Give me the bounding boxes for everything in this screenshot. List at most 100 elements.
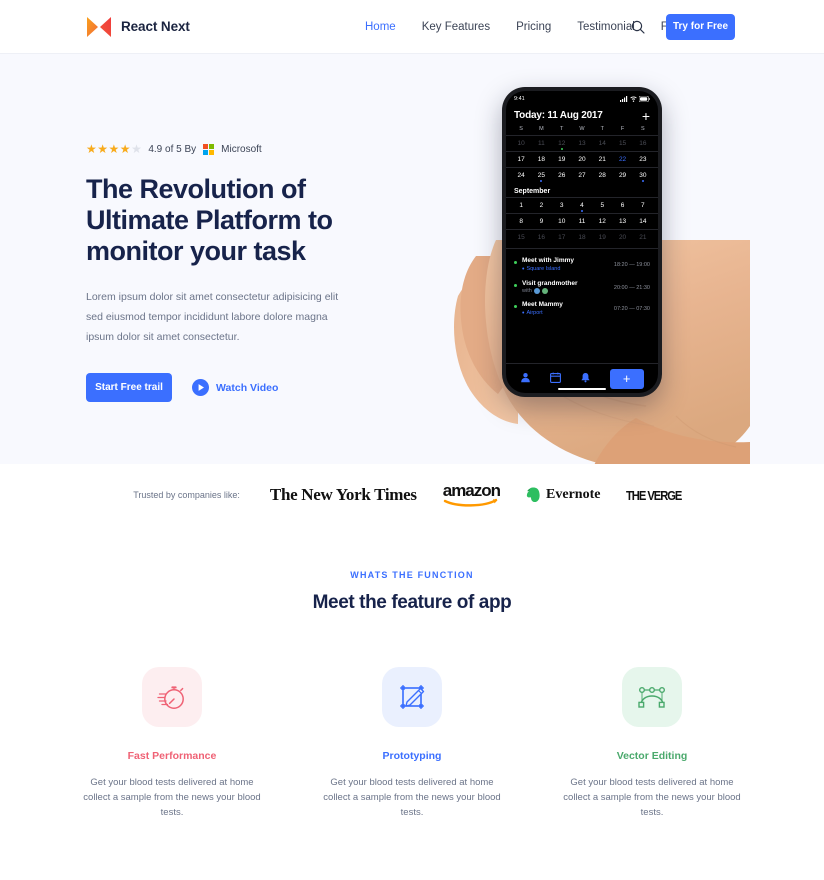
calendar-day[interactable]: 21: [592, 156, 612, 163]
calendar-day[interactable]: 18: [572, 234, 592, 241]
event-name: Meet Mammy: [522, 301, 563, 308]
calendar-day-dot: [641, 180, 644, 182]
dow-label: T: [600, 126, 604, 132]
calendar-day[interactable]: 8: [511, 218, 531, 225]
calendar-day[interactable]: 22: [612, 156, 632, 163]
nav-item-key-features[interactable]: Key Features: [409, 21, 503, 33]
brand-name: React Next: [121, 19, 190, 34]
calendar-add-icon[interactable]: +: [642, 109, 650, 123]
event-time: 20:00 — 21:30: [613, 284, 650, 291]
calendar-week-row: 1234567: [506, 197, 658, 213]
calendar-day[interactable]: 17: [552, 234, 572, 241]
calendar-day[interactable]: 21: [633, 234, 653, 241]
feature-card-prototyping[interactable]: Prototyping Get your blood tests deliver…: [320, 667, 505, 820]
calendar-day[interactable]: 11: [572, 218, 592, 225]
calendar-day[interactable]: 13: [572, 140, 592, 147]
location-pin-icon: •: [522, 309, 525, 317]
amazon-wordmark: amazon: [442, 481, 501, 500]
trusted-by-label: Trusted by companies like:: [133, 490, 240, 500]
feature-text: Get your blood tests delivered at home c…: [323, 777, 501, 818]
calendar-day[interactable]: 23: [633, 156, 653, 163]
event-item[interactable]: Visit grandmother with 20:00 — 21:30: [514, 277, 650, 299]
feature-text: Get your blood tests delivered at home c…: [563, 777, 741, 818]
calendar-day[interactable]: 16: [633, 140, 653, 147]
calendar-day[interactable]: 29: [612, 172, 632, 179]
calendar-day[interactable]: 16: [531, 234, 551, 241]
calendar-day[interactable]: 11: [531, 140, 551, 147]
tab-add-button[interactable]: +: [609, 368, 644, 389]
hero-copy: ★ ★ ★ ★ ★ 4.9 of 5 By Microsoft The Revo…: [86, 142, 386, 402]
calendar-day[interactable]: 19: [592, 234, 612, 241]
star-filled-icon: ★: [119, 142, 131, 156]
feature-text: Get your blood tests delivered at home c…: [83, 777, 261, 818]
nav-item-home[interactable]: Home: [352, 21, 409, 33]
calendar-day[interactable]: 19: [552, 156, 572, 163]
calendar-day[interactable]: 30: [633, 172, 653, 182]
calendar-day[interactable]: 10: [552, 218, 572, 225]
event-meta-label: Airport: [526, 310, 543, 316]
calendar-day[interactable]: 12: [592, 218, 612, 225]
dow-label: F: [620, 126, 625, 132]
tab-calendar-icon[interactable]: [550, 372, 562, 386]
nav-item-pricing[interactable]: Pricing: [503, 21, 564, 33]
calendar-day[interactable]: 10: [511, 140, 531, 147]
nyt-logo: The New York Times: [269, 485, 417, 504]
calendar-day[interactable]: 9: [531, 218, 551, 225]
calendar-day[interactable]: 20: [572, 156, 592, 163]
calendar-day[interactable]: 26: [552, 172, 572, 179]
search-button[interactable]: [629, 18, 647, 36]
calendar-day[interactable]: 2: [531, 202, 551, 209]
hero-section: ★ ★ ★ ★ ★ 4.9 of 5 By Microsoft The Revo…: [0, 54, 824, 464]
feature-card-vector-editing[interactable]: Vector Editing Get your blood tests deli…: [560, 667, 745, 820]
calendar-day[interactable]: 28: [592, 172, 612, 179]
hero-actions: Start Free trail Watch Video: [86, 373, 386, 402]
phone-device: 9:41 Today: 11 Aug 2017 + S M T W T F S …: [502, 87, 662, 397]
calendar-day[interactable]: 17: [511, 156, 531, 163]
calendar-day[interactable]: 7: [633, 202, 653, 209]
rating-row: ★ ★ ★ ★ ★ 4.9 of 5 By Microsoft: [86, 142, 386, 156]
event-body: Meet Mammy • Airport: [522, 301, 609, 317]
calendar-day[interactable]: 12: [552, 140, 572, 150]
dow-label: S: [519, 126, 523, 132]
feature-title: Vector Editing: [616, 750, 688, 762]
calendar-day[interactable]: 14: [633, 218, 653, 225]
feature-card-fast-performance[interactable]: Fast Performance Get your blood tests de…: [80, 667, 265, 820]
tab-person-icon[interactable]: [520, 372, 531, 386]
calendar-day[interactable]: 1: [511, 202, 531, 209]
calendar-day[interactable]: 18: [531, 156, 551, 163]
event-item[interactable]: Meet Mammy • Airport 07:20 — 07:30: [514, 298, 650, 321]
calendar-week-row: 10 11 12 13 14 15 16: [506, 135, 658, 151]
play-circle-icon: [192, 379, 209, 396]
try-for-free-button[interactable]: Try for Free: [666, 13, 735, 40]
calendar-day[interactable]: 6: [612, 202, 632, 209]
calendar-day[interactable]: 27: [572, 172, 592, 179]
calendar-day[interactable]: 3: [552, 202, 572, 209]
calendar-day[interactable]: 24: [511, 172, 531, 179]
event-time: 07:20 — 07:30: [613, 306, 650, 312]
dow-label: S: [641, 126, 645, 132]
event-body: Visit grandmother with: [522, 280, 609, 294]
start-free-trial-button[interactable]: Start Free trail: [86, 373, 172, 402]
event-meta: with: [522, 288, 609, 294]
bezier-pen-path-icon: [638, 687, 666, 708]
calendar-day[interactable]: 5: [592, 202, 612, 209]
watch-video-button[interactable]: Watch Video: [192, 379, 278, 396]
event-meta-label: Square Island: [526, 266, 561, 272]
calendar-day[interactable]: 20: [612, 234, 632, 241]
event-meta: • Airport: [522, 310, 609, 317]
signal-bars-icon: [620, 95, 628, 102]
evernote-logo: Evernote: [526, 487, 600, 503]
calendar-day[interactable]: 25: [531, 172, 551, 182]
calendar-day[interactable]: 13: [612, 218, 632, 225]
calendar-day[interactable]: 4: [572, 202, 592, 212]
calendar-week-row: 17 18 19 20 21 22 23: [506, 151, 658, 167]
calendar-day[interactable]: 15: [612, 140, 632, 147]
calendar-day[interactable]: 14: [592, 140, 612, 147]
microsoft-logo-icon: [203, 143, 215, 155]
tab-bell-icon[interactable]: [580, 372, 591, 386]
evernote-wordmark: Evernote: [546, 487, 601, 502]
brand-logo[interactable]: React Next: [86, 16, 190, 38]
calendar-day[interactable]: 15: [511, 234, 531, 241]
event-item[interactable]: Meet with Jimmy • Square Island 18:20 — 19:…: [514, 254, 650, 277]
dow-label: T: [560, 126, 564, 132]
